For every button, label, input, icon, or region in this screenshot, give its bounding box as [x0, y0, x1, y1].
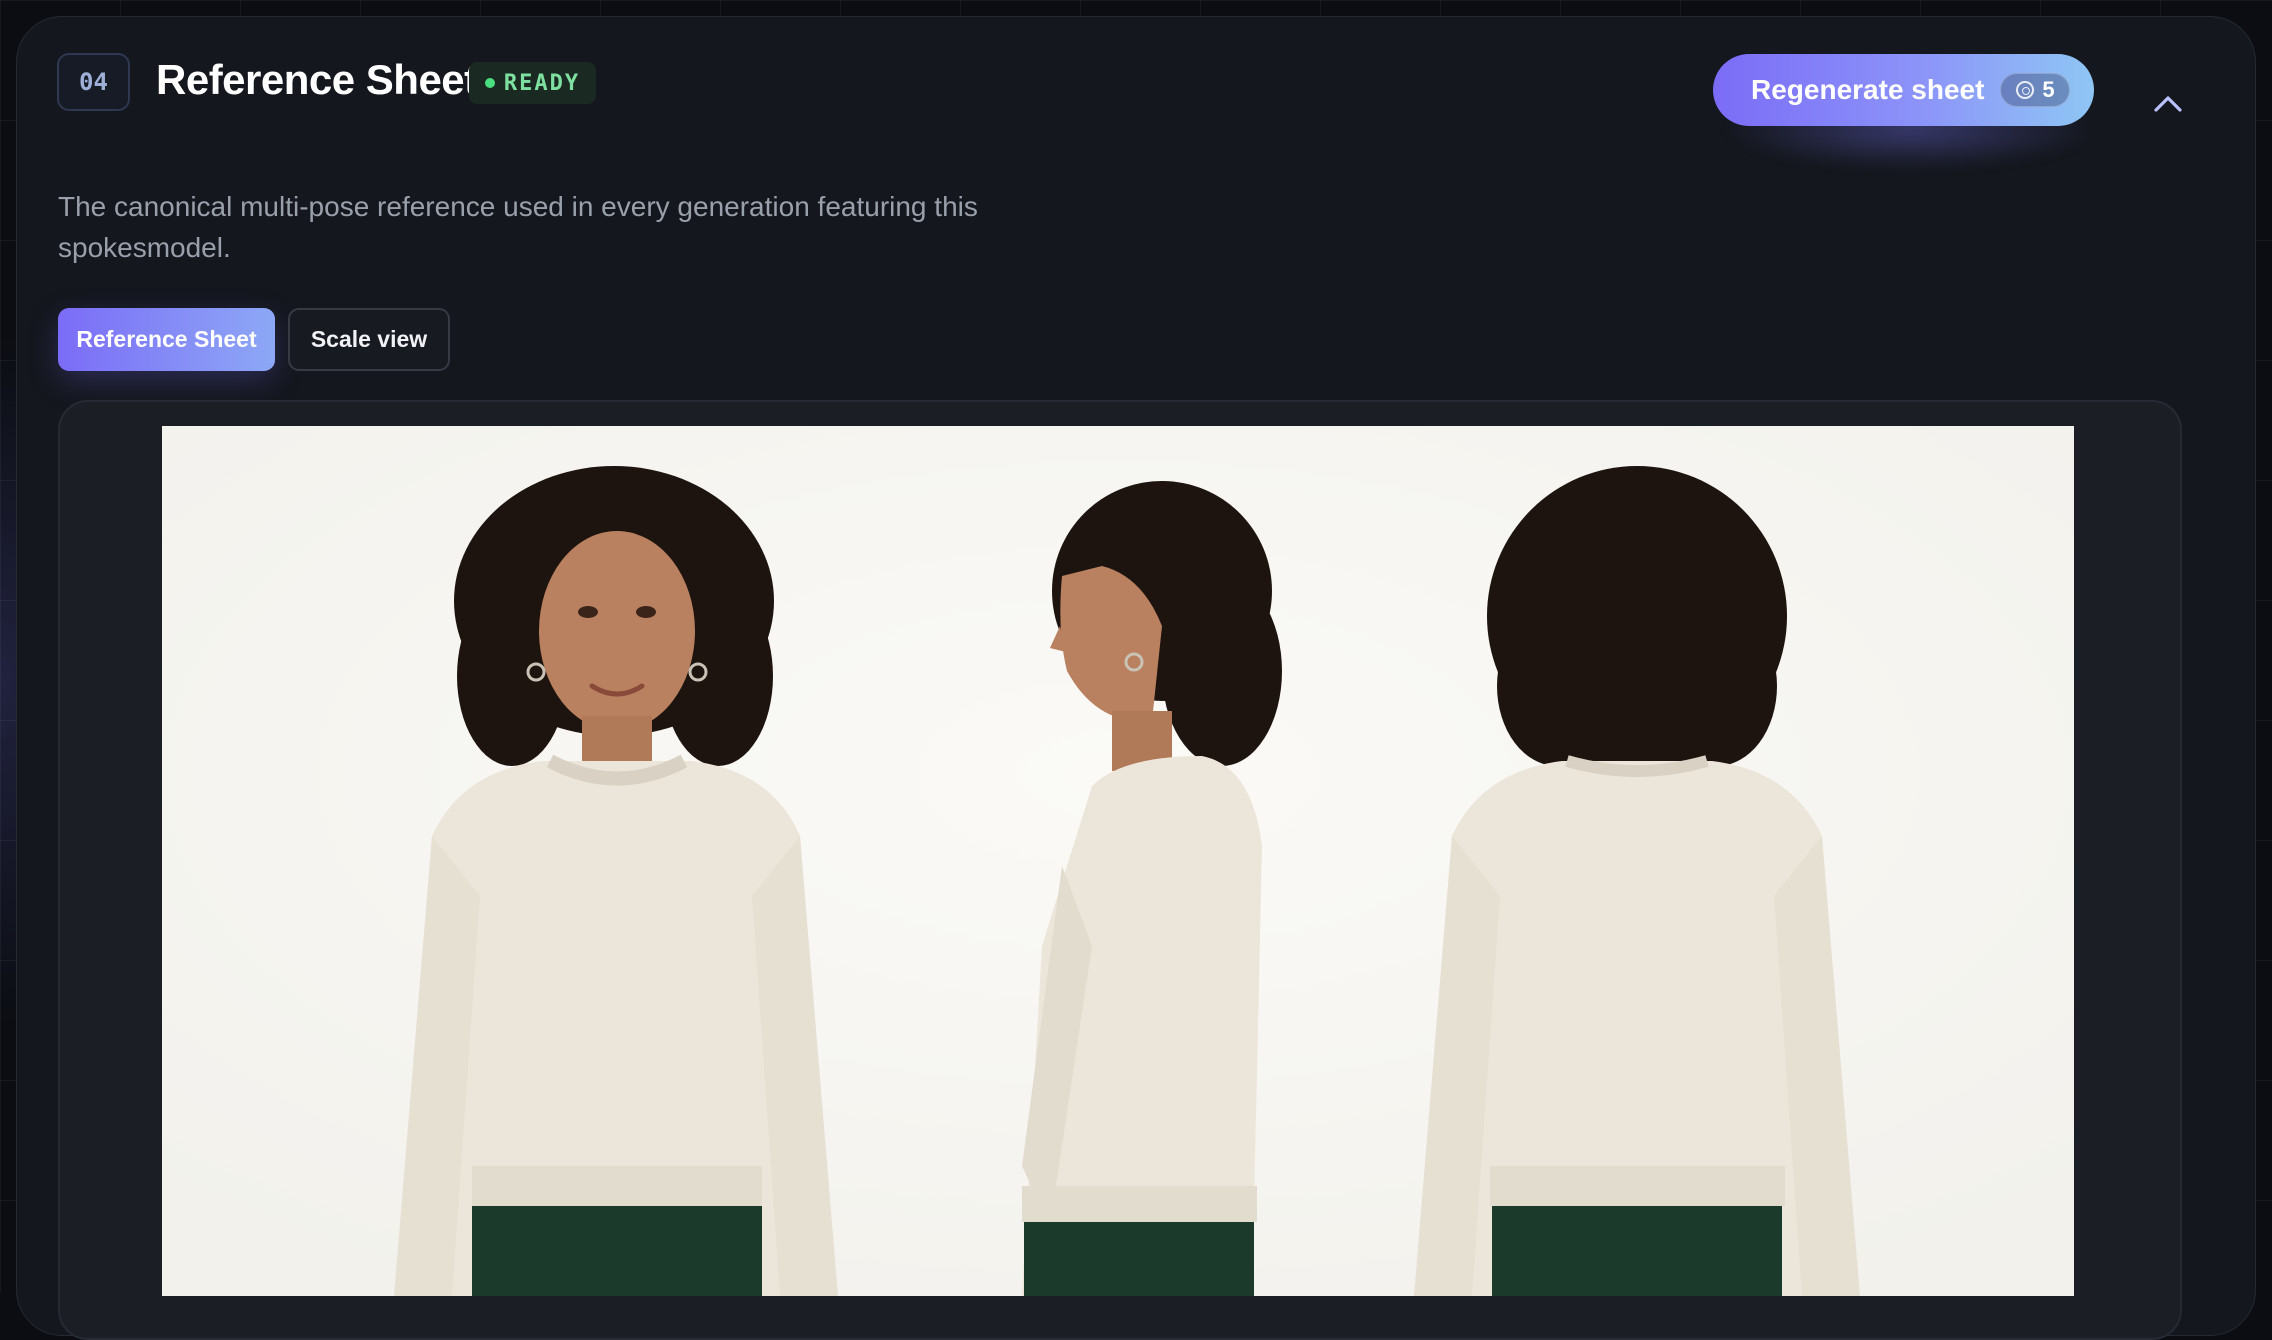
- side-view-figure: [1022, 481, 1282, 1296]
- panel-description: The canonical multi-pose reference used …: [58, 191, 978, 263]
- reference-sheet-image: [162, 426, 2074, 1296]
- panel-title: Reference Sheet: [156, 56, 478, 103]
- reference-sheet-illustration: [162, 426, 2074, 1296]
- front-view-figure: [394, 466, 838, 1296]
- step-number-badge: 04: [57, 53, 130, 111]
- collapse-panel-button[interactable]: [2146, 82, 2190, 126]
- status-badge: READY: [469, 62, 596, 104]
- chevron-up-icon: [2154, 96, 2182, 112]
- tab-scale-view[interactable]: Scale view: [288, 308, 450, 371]
- credit-cost-chip: 5: [2000, 73, 2071, 107]
- status-label: READY: [503, 70, 581, 96]
- tab-reference-sheet[interactable]: Reference Sheet: [58, 308, 275, 371]
- status-dot-icon: [484, 78, 495, 88]
- coin-icon: [2016, 81, 2035, 99]
- regenerate-sheet-button[interactable]: Regenerate sheet 5: [1713, 54, 2094, 126]
- credit-cost-value: 5: [2042, 77, 2055, 102]
- regenerate-label: Regenerate sheet: [1751, 74, 1985, 105]
